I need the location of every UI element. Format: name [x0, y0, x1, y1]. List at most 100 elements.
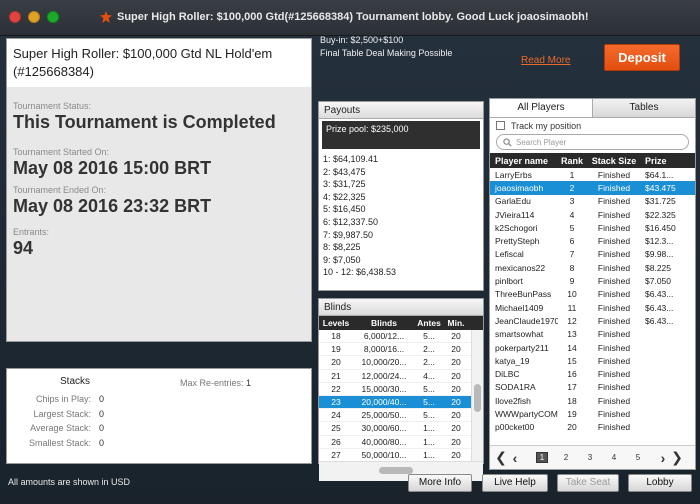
- blinds-vertical-scroll-thumb[interactable]: [474, 384, 481, 412]
- payout-row: 2: $43,475: [323, 166, 366, 177]
- blind-level-row[interactable]: 19 8,000/16... 2... 20: [319, 343, 483, 357]
- blind-level-row[interactable]: 27 50,000/10... 1... 20: [319, 449, 483, 461]
- player-cell: Finished: [597, 315, 631, 326]
- track-position-option[interactable]: Track my position: [490, 118, 695, 133]
- blind-level-row[interactable]: 22 15,000/30... 5... 20: [319, 383, 483, 396]
- header-stack-size[interactable]: Stack Size: [586, 156, 642, 166]
- payout-row: 8: $8,225: [323, 242, 361, 253]
- blinds-table: 18 6,000/12... 5... 20 19 8,000/16... 2... 20 20…: [319, 330, 483, 461]
- page-number-label: 3: [587, 453, 593, 462]
- blind-level-row[interactable]: 26 40,000/80... 1... 20: [319, 436, 483, 449]
- blind-cell: 5...: [423, 410, 435, 421]
- player-row[interactable]: ThreeBunPass 10 Finished $6.43...: [490, 288, 695, 301]
- page-3-button[interactable]: 3: [578, 453, 602, 462]
- player-row[interactable]: pokerparty211 14 Finished: [490, 341, 695, 354]
- player-cell: Finished: [597, 382, 631, 393]
- player-row[interactable]: Lefiscal 7 Finished $9.98...: [490, 248, 695, 261]
- player-row[interactable]: JeanClaude1970 12 Finished $6.43...: [490, 314, 695, 327]
- blind-cell: 20: [451, 423, 461, 434]
- player-row[interactable]: WWWpartyCOM 19 Finished: [490, 407, 695, 420]
- blind-level-row[interactable]: 21 12,000/24... 4... 20: [319, 370, 483, 383]
- player-cell: 18: [567, 395, 577, 406]
- started-value: May 08 2016 15:00 BRT: [13, 158, 212, 178]
- players-panel: All Players Tables Track my position Sea…: [489, 98, 696, 470]
- payout-row: 7: $9,987.50: [323, 229, 374, 240]
- player-row[interactable]: smartsowhat 13 Finished: [490, 328, 695, 341]
- player-cell: smartsowhat: [495, 329, 544, 340]
- blind-cell: 2...: [423, 357, 435, 368]
- payout-row: 5: $16,450: [323, 204, 366, 215]
- blinds-header-antes[interactable]: Antes: [415, 318, 443, 328]
- lobby-button[interactable]: Lobby: [628, 474, 692, 492]
- blind-cell: 19: [331, 344, 341, 355]
- blinds-header-min[interactable]: Min.: [443, 318, 469, 328]
- stack-stat-value: 0: [99, 408, 105, 419]
- blinds-header-blinds[interactable]: Blinds: [353, 318, 415, 328]
- blinds-horizontal-scroll-thumb[interactable]: [379, 467, 413, 474]
- tournament-name: Super High Roller: $100,000 Gtd NL Hold'…: [7, 39, 311, 87]
- blind-level-row[interactable]: 20 10,000/20... 2... 20: [319, 356, 483, 370]
- read-more-link[interactable]: Read More: [521, 55, 570, 66]
- take-seat-button[interactable]: Take Seat: [557, 474, 619, 492]
- page-2-button[interactable]: 2: [554, 453, 578, 462]
- blind-level-row[interactable]: 24 25,000/50... 5... 20: [319, 409, 483, 423]
- player-cell: 10: [567, 289, 577, 300]
- max-reentries-label: Max Re-entries:: [180, 378, 244, 388]
- live-help-button[interactable]: Live Help: [482, 474, 548, 492]
- next-page-icon[interactable]: ›: [656, 450, 670, 466]
- player-row[interactable]: GarlaEdu 3 Finished $31.725: [490, 195, 695, 208]
- close-window-button[interactable]: [9, 11, 21, 23]
- zoom-window-button[interactable]: [47, 11, 59, 23]
- more-info-button[interactable]: More Info: [408, 474, 472, 492]
- player-row[interactable]: katya_19 15 Finished: [490, 354, 695, 367]
- player-cell: 6: [569, 236, 575, 247]
- stack-stat-value: 0: [99, 394, 105, 404]
- player-row[interactable]: mexicanos22 8 Finished $8.225: [490, 261, 695, 274]
- player-row[interactable]: k2Schogori 5 Finished $16.450: [490, 221, 695, 234]
- tournament-name-line2: (#125668384): [13, 64, 94, 79]
- tournament-name-line1: Super High Roller: $100,000 Gtd NL Hold'…: [13, 46, 273, 61]
- blind-level-row[interactable]: 18 6,000/12... 5... 20: [319, 330, 483, 344]
- tab-tables[interactable]: Tables: [592, 99, 695, 117]
- player-row[interactable]: SODA1RA 17 Finished: [490, 381, 695, 394]
- player-row[interactable]: Ilove2fish 18 Finished: [490, 394, 695, 407]
- track-position-checkbox[interactable]: [496, 121, 505, 130]
- header-prize[interactable]: Prize: [642, 156, 692, 166]
- page-5-button[interactable]: 5: [626, 453, 650, 462]
- search-icon: [503, 137, 512, 147]
- prev-page-icon[interactable]: ‹: [508, 450, 522, 466]
- search-player-input[interactable]: Search Player: [496, 134, 689, 150]
- last-page-icon[interactable]: ❯: [670, 449, 684, 466]
- blind-cell: 4...: [423, 370, 435, 381]
- player-row[interactable]: joaosimaobh 2 Finished $43.475: [490, 181, 695, 195]
- player-cell: Finished: [597, 222, 631, 233]
- deposit-button[interactable]: Deposit: [604, 44, 680, 71]
- page-4-button[interactable]: 4: [602, 453, 626, 462]
- title-bar: Super High Roller: $100,000 Gtd(#1256683…: [0, 0, 700, 36]
- blinds-header-levels[interactable]: Levels: [319, 318, 353, 328]
- header-rank[interactable]: Rank: [558, 156, 586, 166]
- player-row[interactable]: PrettySteph 6 Finished $12.3...: [490, 234, 695, 247]
- header-player-name[interactable]: Player name: [490, 156, 558, 166]
- player-cell: JeanClaude1970: [495, 315, 558, 326]
- blind-cell: 20,000/40...: [361, 397, 407, 408]
- player-row[interactable]: DiLBC 16 Finished: [490, 367, 695, 380]
- player-cell: 13: [567, 329, 577, 340]
- blinds-vertical-scrollbar[interactable]: [471, 330, 483, 461]
- tab-all-players[interactable]: All Players: [490, 99, 592, 117]
- blind-cell: 25,000/50...: [361, 410, 407, 421]
- player-cell: GarlaEdu: [495, 196, 531, 207]
- blind-cell: 20: [451, 383, 461, 394]
- player-row[interactable]: JVieira114 4 Finished $22.325: [490, 208, 695, 221]
- player-row[interactable]: LarryErbs 1 Finished $64.1...: [490, 168, 695, 181]
- entrants-label: Entrants:: [13, 227, 50, 237]
- player-row[interactable]: p00cket00 20 Finished: [490, 421, 695, 434]
- minimize-window-button[interactable]: [28, 11, 40, 23]
- blind-level-row[interactable]: 23 20,000/40... 5... 20: [319, 395, 483, 410]
- first-page-icon[interactable]: ❮: [494, 449, 508, 466]
- page-1-button[interactable]: 1: [530, 452, 554, 463]
- player-row[interactable]: Michael1409 11 Finished $6.43...: [490, 301, 695, 314]
- status-value: This Tournament is Completed: [13, 112, 276, 132]
- blind-level-row[interactable]: 25 30,000/60... 1... 20: [319, 422, 483, 436]
- player-row[interactable]: pinlbort 9 Finished $7.050: [490, 274, 695, 287]
